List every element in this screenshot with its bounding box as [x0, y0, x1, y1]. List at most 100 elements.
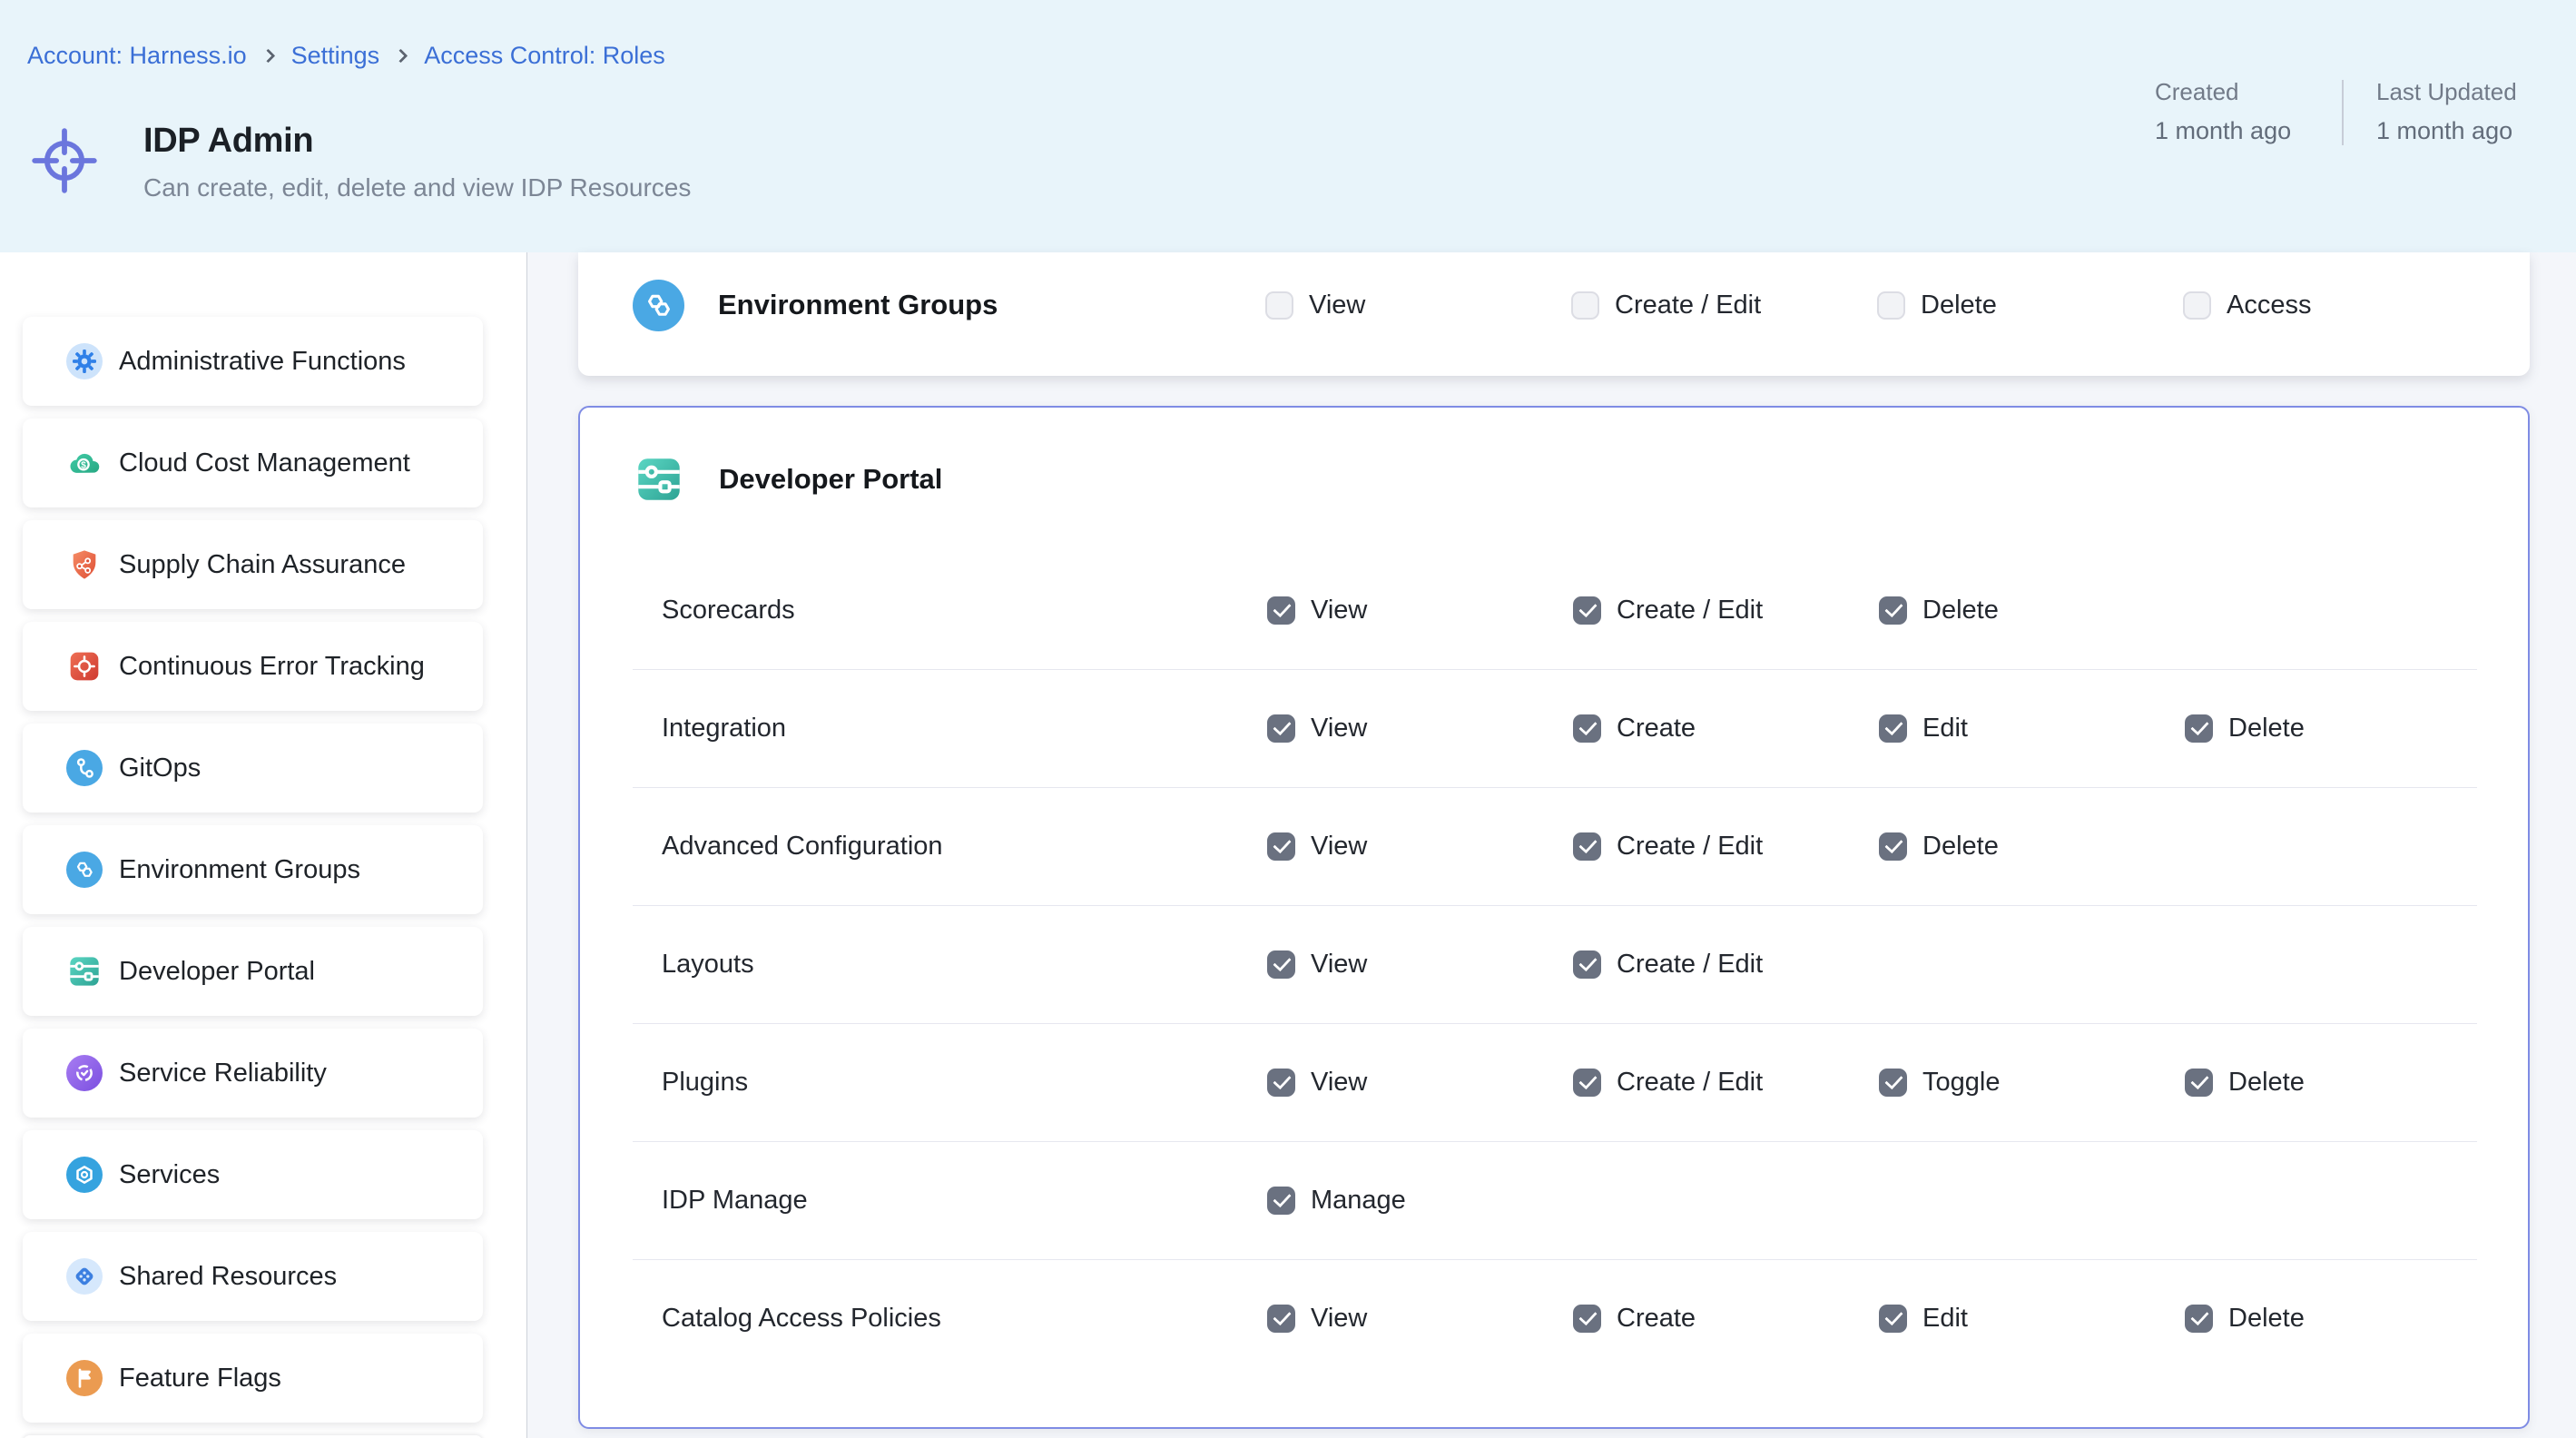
meta-created-label: Created — [2155, 78, 2309, 106]
sidebar-item-developer-portal[interactable]: Developer Portal — [23, 927, 483, 1016]
permission-view: View — [1267, 950, 1573, 980]
checkbox-create[interactable] — [1573, 1305, 1601, 1333]
resource-card-developer-portal[interactable]: Developer Portal Scorecards View Create / … — [578, 406, 2530, 1429]
sidebar-item-cloud-cost-management[interactable]: $ Cloud Cost Management — [23, 419, 483, 507]
permission-label: Delete — [2228, 1068, 2305, 1098]
checkbox-view[interactable] — [1267, 1069, 1295, 1097]
checkbox-create-edit[interactable] — [1573, 832, 1601, 861]
admin-functions-icon — [66, 343, 103, 379]
permission-row-label: Scorecards — [580, 596, 1267, 625]
meta-created: Created 1 month ago — [2155, 78, 2309, 145]
service-reliability-icon — [66, 1055, 103, 1091]
checkbox-create[interactable] — [1573, 714, 1601, 743]
meta-divider — [2342, 80, 2344, 145]
permission-row-label: Plugins — [580, 1068, 1267, 1098]
role-meta: Created 1 month ago Last Updated 1 month… — [2155, 78, 2531, 145]
shared-resources-icon — [66, 1258, 103, 1295]
permission-create-edit: Create / Edit — [1571, 291, 1877, 320]
checkbox-edit[interactable] — [1879, 714, 1907, 743]
permission-label: Create / Edit — [1617, 596, 1763, 625]
meta-last-updated-label: Last Updated — [2376, 78, 2531, 106]
checkbox-view[interactable] — [1265, 291, 1293, 320]
permission-label: View — [1311, 950, 1367, 980]
permission-row-label: Layouts — [580, 950, 1267, 980]
sidebar-item-environment-groups[interactable]: Environment Groups — [23, 825, 483, 914]
breadcrumb-link-account-harness-io[interactable]: Account: Harness.io — [27, 42, 247, 70]
developer-portal-icon — [633, 453, 685, 506]
gitops-icon — [66, 750, 103, 786]
checkbox-view[interactable] — [1267, 832, 1295, 861]
permission-delete: Delete — [1879, 596, 2185, 625]
checkbox-delete[interactable] — [2185, 1305, 2213, 1333]
permission-view: View — [1267, 1304, 1573, 1334]
permission-row-scorecards: ScorecardsViewCreate / EditDelete — [580, 551, 2528, 669]
resource-card-environment-groups[interactable]: Environment Groups ViewCreate / EditDele… — [578, 252, 2530, 376]
sidebar-item-label: Shared Resources — [119, 1262, 337, 1292]
resource-card-title: Environment Groups — [718, 289, 998, 321]
environment-groups-icon — [66, 852, 103, 888]
checkbox-edit[interactable] — [1879, 1305, 1907, 1333]
permission-delete: Delete — [2185, 714, 2528, 744]
sidebar-item-label: Feature Flags — [119, 1364, 281, 1394]
permission-create: Create — [1573, 1304, 1879, 1334]
permissions-panel: Environment Groups View Create / Edit Dele… — [527, 252, 2576, 1438]
checkbox-access[interactable] — [2183, 291, 2211, 320]
checkbox-view[interactable] — [1267, 1305, 1295, 1333]
sidebar-item-continuous-error-tracking[interactable]: Continuous Error Tracking — [23, 622, 483, 711]
permission-label: Manage — [1311, 1186, 1406, 1216]
permission-row-idp-manage: IDP Manage Manage — [580, 1141, 2528, 1259]
checkbox-toggle[interactable] — [1879, 1069, 1907, 1097]
checkbox-manage[interactable] — [1267, 1187, 1295, 1215]
checkbox-create-edit[interactable] — [1573, 950, 1601, 979]
sidebar-item-label: Cloud Cost Management — [119, 448, 410, 478]
permission-label: View — [1311, 832, 1367, 862]
sidebar-item-label: Service Reliability — [119, 1059, 327, 1088]
resource-card-title: Developer Portal — [719, 463, 942, 496]
sidebar-item-label: Environment Groups — [119, 855, 360, 885]
permission-label: View — [1311, 714, 1367, 744]
checkbox-view[interactable] — [1267, 950, 1295, 979]
permission-create-edit: Create / Edit — [1573, 1068, 1879, 1098]
chevron-right-icon — [261, 49, 275, 64]
checkbox-create-edit[interactable] — [1571, 291, 1599, 320]
sidebar-item-label: Services — [119, 1160, 220, 1190]
services-icon — [66, 1157, 103, 1193]
checkbox-create-edit[interactable] — [1573, 1069, 1601, 1097]
developer-portal-icon — [66, 953, 103, 990]
checkbox-delete[interactable] — [2185, 1069, 2213, 1097]
checkbox-create-edit[interactable] — [1573, 596, 1601, 625]
sidebar-item-services[interactable]: Services — [23, 1130, 483, 1219]
checkbox-delete[interactable] — [2185, 714, 2213, 743]
sidebar-item-supply-chain-assurance[interactable]: Supply Chain Assurance — [23, 520, 483, 609]
permission-label: Create — [1617, 1304, 1696, 1334]
permission-row-label: Integration — [580, 714, 1267, 744]
checkbox-view[interactable] — [1267, 596, 1295, 625]
sidebar-item-gitops[interactable]: GitOps — [23, 724, 483, 813]
cloud-cost-icon: $ — [66, 445, 103, 481]
page-subtitle: Can create, edit, delete and view IDP Re… — [143, 173, 691, 202]
page-title: IDP Admin — [143, 122, 691, 161]
resource-card-header: Developer Portal — [580, 408, 2528, 551]
page-header: Account: Harness.io Settings Access Contro… — [0, 0, 2576, 252]
permission-label: Create / Edit — [1617, 950, 1763, 980]
meta-last-updated-value: 1 month ago — [2376, 117, 2531, 145]
permission-label: View — [1309, 291, 1365, 320]
breadcrumb-link-access-control-roles[interactable]: Access Control: Roles — [424, 42, 665, 70]
permission-view: View — [1267, 832, 1573, 862]
checkbox-delete[interactable] — [1879, 596, 1907, 625]
sidebar-item-feature-flags[interactable]: Feature Flags — [23, 1334, 483, 1423]
sidebar-item-service-reliability[interactable]: Service Reliability — [23, 1029, 483, 1118]
breadcrumb-link-settings[interactable]: Settings — [291, 42, 380, 70]
permission-label: Delete — [2228, 1304, 2305, 1334]
permission-create-edit: Create / Edit — [1573, 596, 1879, 625]
sidebar-item-label: Supply Chain Assurance — [119, 550, 406, 580]
sidebar-item-administrative-functions[interactable]: Administrative Functions — [23, 317, 483, 406]
sidebar-item-label: Administrative Functions — [119, 347, 406, 377]
permission-row-label: IDP Manage — [580, 1186, 1267, 1216]
checkbox-delete[interactable] — [1879, 832, 1907, 861]
checkbox-view[interactable] — [1267, 714, 1295, 743]
checkbox-delete[interactable] — [1877, 291, 1905, 320]
sidebar-item-shared-resources[interactable]: Shared Resources — [23, 1232, 483, 1321]
permission-access: Access — [2183, 291, 2530, 320]
permission-row-plugins: PluginsViewCreate / EditToggleDelete — [580, 1023, 2528, 1141]
